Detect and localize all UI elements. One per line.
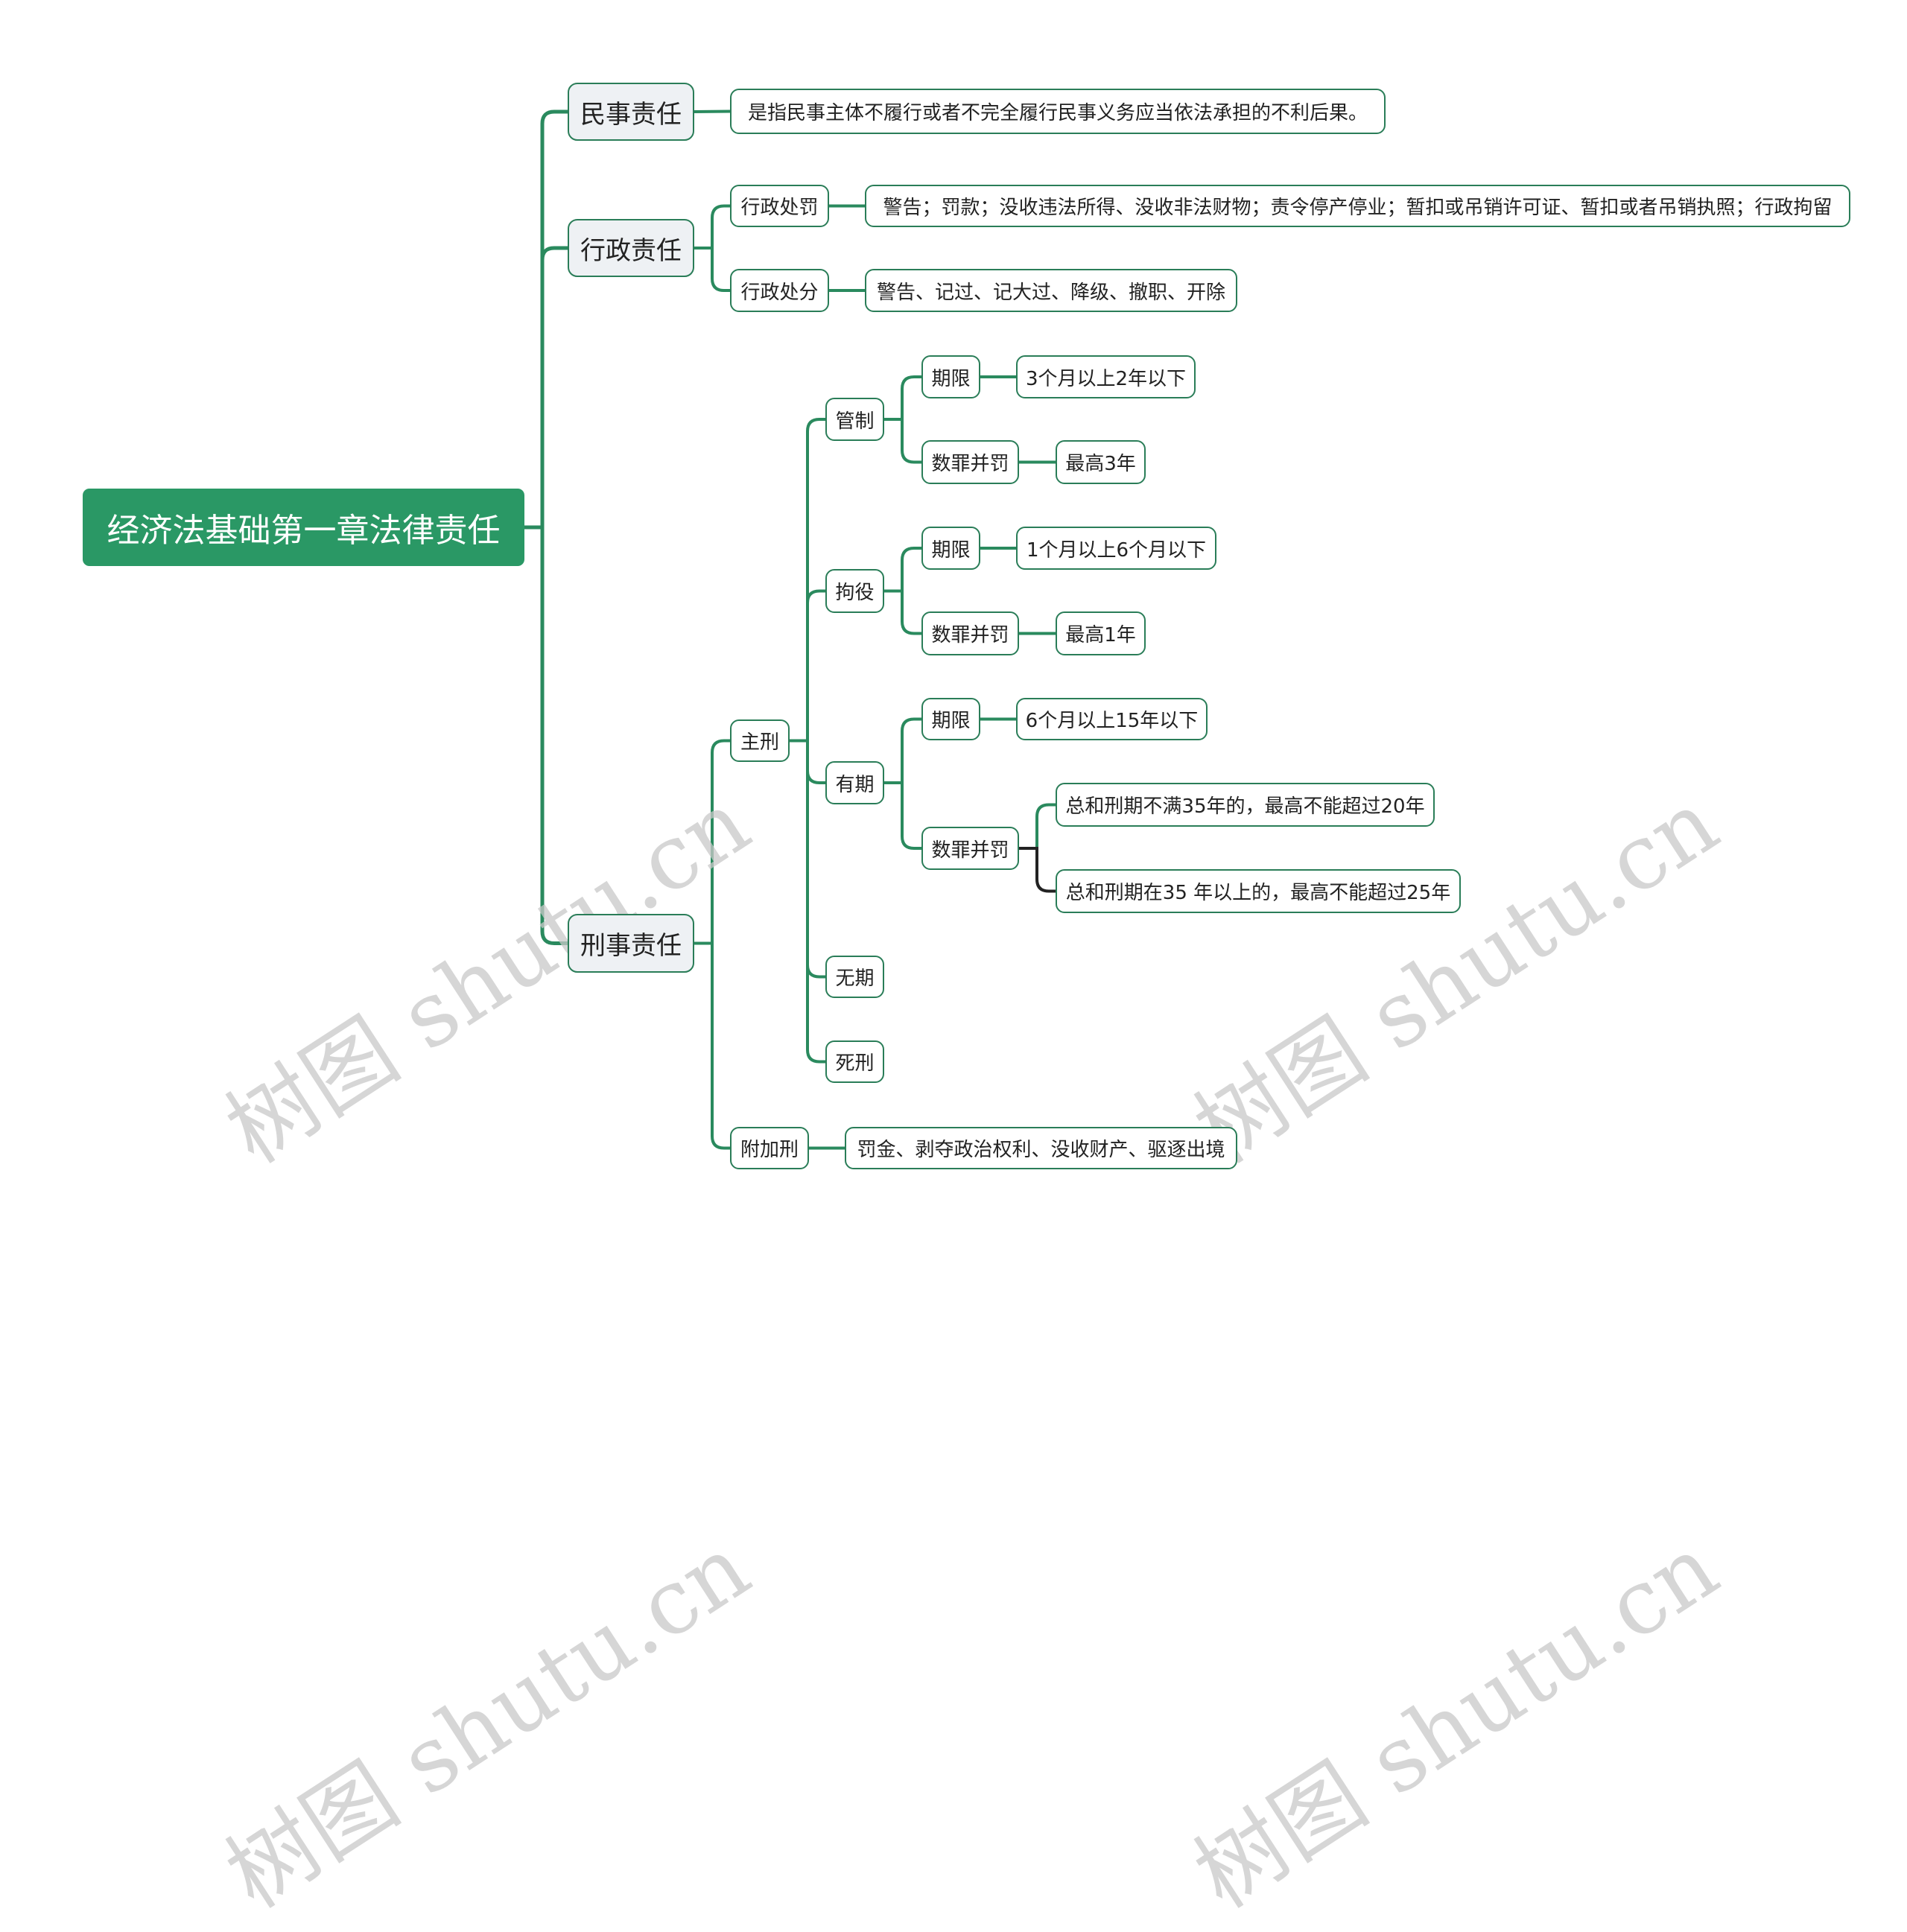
term-label[interactable]: 期限 bbox=[921, 698, 980, 740]
connector-line bbox=[524, 525, 568, 945]
topic-administrative-sanction[interactable]: 行政处分 bbox=[730, 269, 829, 312]
connector-line bbox=[790, 589, 825, 743]
combined-punishment-rule[interactable]: 总和刑期不满35年的，最高不能超过20年 bbox=[1056, 783, 1435, 827]
term-value[interactable]: 1个月以上6个月以下 bbox=[1016, 527, 1216, 570]
topic-supplementary-penalty[interactable]: 附加刑 bbox=[730, 1127, 809, 1169]
connector-line bbox=[694, 204, 730, 250]
connector-line bbox=[694, 739, 730, 945]
connector-line bbox=[884, 418, 921, 464]
connector-line bbox=[884, 375, 921, 421]
combined-punishment-rule[interactable]: 总和刑期在35 年以上的，最高不能超过25年 bbox=[1056, 869, 1461, 913]
connector-line bbox=[524, 109, 568, 530]
topic-criminal-detention[interactable]: 拘役 bbox=[825, 569, 884, 613]
watermark: 树图 shutu.cn bbox=[209, 1516, 767, 1928]
connector-line bbox=[524, 246, 568, 530]
combined-punishment-value[interactable]: 最高1年 bbox=[1056, 611, 1146, 655]
administrative-penalty-types[interactable]: 警告；罚款；没收违法所得、没收非法财物；责令停产停业；暂扣或吊销许可证、暂扣或者… bbox=[865, 185, 1850, 227]
administrative-sanction-types[interactable]: 警告、记过、记大过、降级、撤职、开除 bbox=[865, 269, 1237, 312]
connector-line bbox=[1019, 803, 1056, 850]
topic-civil-liability[interactable]: 民事责任 bbox=[568, 83, 694, 141]
term-value[interactable]: 6个月以上15年以下 bbox=[1016, 698, 1208, 740]
term-value[interactable]: 3个月以上2年以下 bbox=[1016, 355, 1196, 398]
topic-life-imprisonment[interactable]: 无期 bbox=[825, 956, 884, 998]
topic-administrative-liability[interactable]: 行政责任 bbox=[568, 219, 694, 277]
topic-principal-penalty[interactable]: 主刑 bbox=[730, 719, 790, 762]
civil-liability-definition[interactable]: 是指民事主体不履行或者不完全履行民事义务应当依法承担的不利后果。 bbox=[730, 89, 1386, 134]
mind-map-canvas: 树图 shutu.cn 树图 shutu.cn 树图 shutu.cn 树图 s… bbox=[0, 0, 1907, 1928]
topic-fixed-term-imprisonment[interactable]: 有期 bbox=[825, 761, 884, 804]
topic-administrative-penalty[interactable]: 行政处罚 bbox=[730, 185, 829, 227]
combined-punishment-label[interactable]: 数罪并罚 bbox=[921, 611, 1019, 655]
topic-public-surveillance[interactable]: 管制 bbox=[825, 398, 884, 441]
connector-line bbox=[884, 781, 921, 850]
connector-line bbox=[694, 247, 730, 292]
connector-line bbox=[884, 547, 921, 593]
connector-line bbox=[884, 589, 921, 635]
connector-line bbox=[694, 941, 730, 1150]
combined-punishment-label[interactable]: 数罪并罚 bbox=[921, 440, 1019, 484]
combined-punishment-value[interactable]: 最高3年 bbox=[1056, 440, 1146, 484]
term-label[interactable]: 期限 bbox=[921, 527, 980, 570]
connector-line bbox=[790, 739, 825, 1064]
connector-line bbox=[1019, 847, 1056, 893]
topic-criminal-liability[interactable]: 刑事责任 bbox=[568, 914, 694, 973]
connector-line bbox=[884, 717, 921, 784]
term-label[interactable]: 期限 bbox=[921, 355, 980, 398]
combined-punishment-label[interactable]: 数罪并罚 bbox=[921, 827, 1019, 870]
supplementary-penalty-types[interactable]: 罚金、剥夺政治权利、没收财产、驱逐出境 bbox=[845, 1127, 1237, 1169]
root-topic[interactable]: 经济法基础第一章法律责任 bbox=[83, 489, 524, 566]
watermark: 树图 shutu.cn bbox=[1178, 1516, 1736, 1928]
topic-death-penalty[interactable]: 死刑 bbox=[825, 1040, 884, 1083]
